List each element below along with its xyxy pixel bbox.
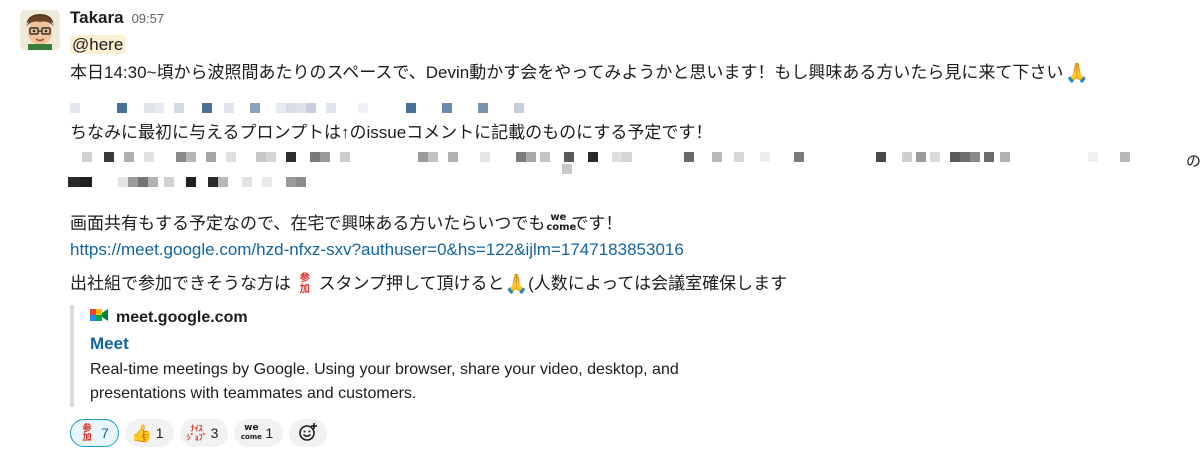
reaction-sanka[interactable]: 参加 7 (70, 419, 119, 447)
author-name[interactable]: Takara (70, 8, 124, 28)
reaction-count: 1 (265, 425, 274, 441)
message-line-4: 出社組で参加できそうな方は 参加 スタンプ押して頂けると🙏(人数によっては会議室… (70, 272, 787, 297)
welcome-reaction-text-top: we (244, 423, 259, 433)
meet-link[interactable]: https://meet.google.com/hzd-nfxz-sxv?aut… (70, 240, 684, 259)
avatar-illustration (20, 10, 60, 50)
thumbs-up-icon: 👍 (131, 423, 153, 443)
reaction-count: 1 (155, 425, 164, 441)
here-mention[interactable]: @here (70, 35, 126, 54)
sanka-emoji-text-top: 参 (299, 272, 310, 284)
reaction-count: 7 (101, 425, 109, 441)
pray-emoji-icon: 🙏 (1065, 62, 1090, 84)
sanka-reaction-text-bottom: 加 (82, 432, 92, 442)
message-line-3: 画面共有もする予定なので、在宅で興味ある方いたらいつでも we come です！ (70, 212, 622, 237)
message-text-4b: スタンプ押して頂けると (318, 274, 505, 293)
message-text-4c: (人数によっては会議室確保します (528, 274, 788, 293)
sanka-emoji-icon: 参加 (296, 273, 314, 297)
message-line-1: 本日14:30~頃から波照間あたりのスペースで、Devin動かす会をやってみよう… (70, 61, 1089, 86)
mention-line: @here (70, 33, 126, 57)
welcome-emoji-icon: we come (546, 212, 577, 237)
add-reaction-button[interactable] (289, 419, 328, 447)
link-preview: meet.google.com Meet Real-time meetings … (70, 305, 770, 407)
redacted-link-row (70, 103, 530, 115)
meet-link-line: https://meet.google.com/hzd-nfxz-sxv?aut… (70, 238, 684, 262)
preview-description-line-1: Real-time meetings by Google. Using your… (90, 361, 679, 378)
nice-job-text-top: ﾅｲｽ (190, 424, 203, 433)
timestamp[interactable]: 09:57 (132, 11, 165, 26)
nice-job-icon: ﾅｲｽ ｼﾞｮﾌﾞ (187, 423, 207, 443)
pray-emoji-icon-2: 🙏 (504, 273, 529, 295)
google-meet-icon (90, 307, 108, 328)
preview-site-row: meet.google.com (90, 307, 770, 328)
sanka-emoji-text-bottom: 加 (299, 283, 310, 295)
welcome-reaction-icon: we come (240, 423, 262, 443)
message-text-3a: 画面共有もする予定なので、在宅で興味ある方いたらいつでも (70, 214, 546, 233)
nice-job-text-bottom: ｼﾞｮﾌﾞ (186, 433, 207, 442)
reaction-nice-job[interactable]: ﾅｲｽ ｼﾞｮﾌﾞ 3 (179, 419, 229, 447)
preview-title[interactable]: Meet (90, 334, 770, 354)
reaction-count: 3 (210, 425, 219, 441)
preview-description: Real-time meetings by Google. Using your… (90, 358, 770, 406)
message-header: Takara 09:57 (70, 8, 164, 28)
message-text-1: 本日14:30~頃から波照間あたりのスペースで、Devin動かす会をやってみよう… (70, 63, 1064, 82)
reaction-welcome[interactable]: we come 1 (234, 419, 284, 447)
preview-site-name[interactable]: meet.google.com (116, 309, 248, 327)
message-line-2: ちなみに最初に与えるプロンプトは↑のissueコメントに記載のものにする予定です… (70, 121, 712, 145)
message-text-4a: 出社組で参加できそうな方は (70, 274, 291, 293)
welcome-emoji-text-bottom: come (546, 221, 577, 233)
trailing-no-char: の (1186, 153, 1200, 170)
welcome-reaction-text-bottom: come (240, 433, 262, 441)
redacted-fragment (562, 164, 574, 176)
reactions-bar: 参加 7 👍 1 ﾅｲｽ ｼﾞｮﾌﾞ 3 we come 1 (70, 419, 328, 447)
avatar[interactable] (20, 10, 60, 50)
redacted-text-row-2 (68, 177, 328, 189)
reaction-thumbsup[interactable]: 👍 1 (124, 419, 174, 447)
preview-description-line-2: presentations with teammates and custome… (90, 385, 417, 402)
redacted-text-row-1 (70, 152, 1190, 164)
message-text-3b: です！ (571, 214, 623, 233)
add-emoji-icon (298, 422, 318, 445)
sanka-reaction-icon: 参加 (77, 423, 97, 443)
message-text-2: ちなみに最初に与えるプロンプトは↑のissueコメントに記載のものにする予定です… (70, 123, 713, 142)
